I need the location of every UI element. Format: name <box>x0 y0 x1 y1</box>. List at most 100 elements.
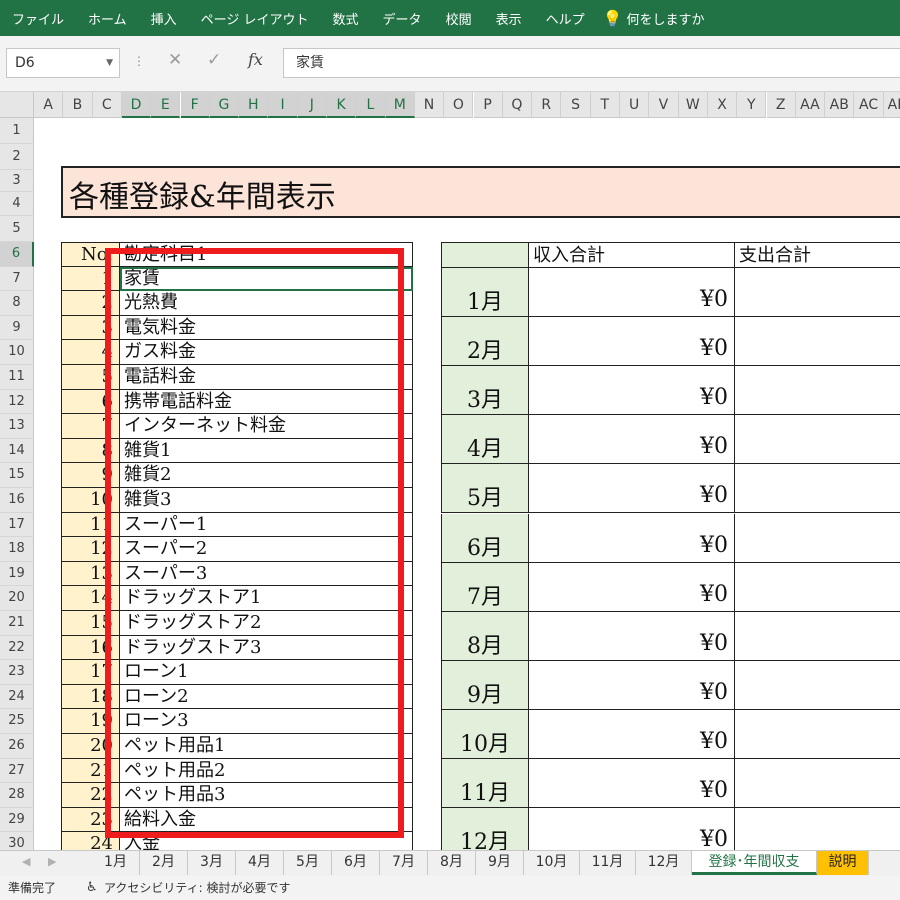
account-name[interactable]: スーパー3 <box>120 561 413 587</box>
column-header[interactable]: J <box>297 92 327 118</box>
month-expense[interactable] <box>735 710 900 759</box>
account-name[interactable]: 携帯電話料金 <box>120 389 413 415</box>
column-header[interactable]: C <box>92 92 122 118</box>
sheet-tab[interactable]: 4月 <box>236 851 284 875</box>
sheet-tab[interactable]: 9月 <box>476 851 524 875</box>
column-header[interactable]: F <box>180 92 210 118</box>
chevron-down-icon[interactable]: ▼ <box>106 49 113 77</box>
worksheet-grid[interactable]: ABCDEFGHIJKLMNOPQRSTUVWXYZAAABACAD 12345… <box>0 92 900 850</box>
sheet-tab[interactable]: 2月 <box>140 851 188 875</box>
month-expense[interactable] <box>735 415 900 465</box>
row-header[interactable]: 5 <box>0 216 34 242</box>
row-header[interactable]: 7 <box>0 266 34 292</box>
sheet-tab[interactable]: 6月 <box>332 851 380 875</box>
row-header[interactable]: 1 <box>0 118 34 144</box>
ribbon-tab-view[interactable]: 表示 <box>484 9 534 28</box>
column-header[interactable]: T <box>590 92 620 118</box>
row-header[interactable]: 23 <box>0 660 34 685</box>
column-header[interactable]: AD <box>883 92 900 118</box>
ribbon-tab-help[interactable]: ヘルプ <box>534 9 597 28</box>
account-name[interactable]: ペット用品1 <box>120 734 413 759</box>
account-name[interactable]: ローン2 <box>120 684 413 710</box>
scroll-right-icon[interactable]: ▶ <box>48 855 56 868</box>
row-header[interactable]: 19 <box>0 561 34 587</box>
month-expense[interactable] <box>735 661 900 710</box>
ribbon-tab-formulas[interactable]: 数式 <box>321 9 371 28</box>
account-name[interactable]: ガス料金 <box>120 340 413 365</box>
select-all-corner[interactable] <box>0 92 34 118</box>
month-income[interactable]: ¥0 <box>529 660 735 710</box>
ribbon-tab-review[interactable]: 校閲 <box>434 9 484 28</box>
insert-function-icon[interactable]: fx <box>248 50 263 69</box>
sheet-tab[interactable]: 8月 <box>428 851 476 875</box>
row-header[interactable]: 18 <box>0 537 34 562</box>
row-header[interactable]: 17 <box>0 512 34 538</box>
column-header[interactable]: I <box>268 92 298 118</box>
account-name[interactable]: 電話料金 <box>120 365 413 390</box>
ribbon-tab-data[interactable]: データ <box>371 9 434 28</box>
month-expense[interactable] <box>735 317 900 367</box>
row-header[interactable]: 9 <box>0 315 34 341</box>
column-header[interactable]: Z <box>766 92 796 118</box>
tell-me-search[interactable]: 何をしますか <box>627 9 705 28</box>
month-income[interactable]: ¥0 <box>529 611 735 661</box>
account-name[interactable]: ペット用品2 <box>120 758 413 784</box>
sheet-tab[interactable]: 登録･年間収支 <box>692 851 817 875</box>
ribbon-tab-home[interactable]: ホーム <box>76 9 139 28</box>
month-income[interactable]: ¥0 <box>529 366 735 416</box>
month-expense[interactable] <box>735 808 900 850</box>
column-header[interactable]: M <box>385 92 415 118</box>
column-header[interactable]: L <box>356 92 386 118</box>
account-name[interactable]: 光熱費 <box>120 291 413 316</box>
row-header[interactable]: 29 <box>0 807 34 833</box>
row-header[interactable]: 3 <box>0 170 34 192</box>
account-name[interactable]: スーパー2 <box>120 537 413 562</box>
column-header[interactable]: Q <box>502 92 533 118</box>
month-expense[interactable] <box>735 563 900 612</box>
account-name[interactable]: ドラッグストア3 <box>120 635 413 661</box>
accessibility-status[interactable]: アクセシビリティ: 検討が必要です <box>104 876 291 900</box>
row-header[interactable]: 25 <box>0 709 34 734</box>
column-header[interactable]: AC <box>854 92 884 118</box>
month-expense[interactable] <box>735 759 900 809</box>
month-expense[interactable] <box>735 464 900 514</box>
month-income[interactable]: ¥0 <box>529 808 735 850</box>
row-header[interactable]: 6 <box>0 242 34 267</box>
row-header[interactable]: 16 <box>0 488 34 513</box>
month-income[interactable]: ¥0 <box>529 709 735 759</box>
check-icon[interactable]: ✓ <box>207 50 221 70</box>
accessibility-icon[interactable]: ♿ <box>86 876 98 900</box>
row-header[interactable]: 20 <box>0 586 34 611</box>
account-name[interactable]: 家賃 <box>120 266 413 292</box>
account-name[interactable]: ローン1 <box>120 660 413 685</box>
sheet-tab[interactable]: 3月 <box>188 851 236 875</box>
name-box[interactable]: D6 ▼ <box>6 48 120 78</box>
column-header[interactable]: K <box>327 92 357 118</box>
account-name[interactable]: 電気料金 <box>120 315 413 341</box>
row-header[interactable]: 26 <box>0 734 34 759</box>
row-header[interactable]: 4 <box>0 192 34 216</box>
column-header[interactable]: W <box>678 92 708 118</box>
row-header[interactable]: 14 <box>0 438 34 464</box>
account-name[interactable]: 雑貨1 <box>120 438 413 464</box>
account-name[interactable]: ペット用品3 <box>120 783 413 808</box>
column-header[interactable]: D <box>121 92 152 118</box>
row-header[interactable]: 10 <box>0 340 34 365</box>
month-income[interactable]: ¥0 <box>529 759 735 809</box>
month-expense[interactable] <box>735 268 900 318</box>
month-income[interactable]: ¥0 <box>529 317 735 367</box>
account-name[interactable]: ローン3 <box>120 709 413 734</box>
column-header[interactable]: N <box>414 92 445 118</box>
column-header[interactable]: R <box>532 92 562 118</box>
column-header[interactable]: B <box>63 92 93 118</box>
account-name[interactable]: インターネット料金 <box>120 414 413 439</box>
account-name[interactable]: 雑貨2 <box>120 463 413 488</box>
account-name[interactable]: 入金 <box>120 832 413 850</box>
sheet-tab[interactable]: 5月 <box>284 851 332 875</box>
month-income[interactable]: ¥0 <box>529 415 735 465</box>
row-header[interactable]: 11 <box>0 365 34 390</box>
row-header[interactable]: 15 <box>0 463 34 488</box>
month-expense[interactable] <box>735 612 900 661</box>
row-header[interactable]: 30 <box>0 832 34 850</box>
column-header[interactable]: A <box>34 92 64 118</box>
